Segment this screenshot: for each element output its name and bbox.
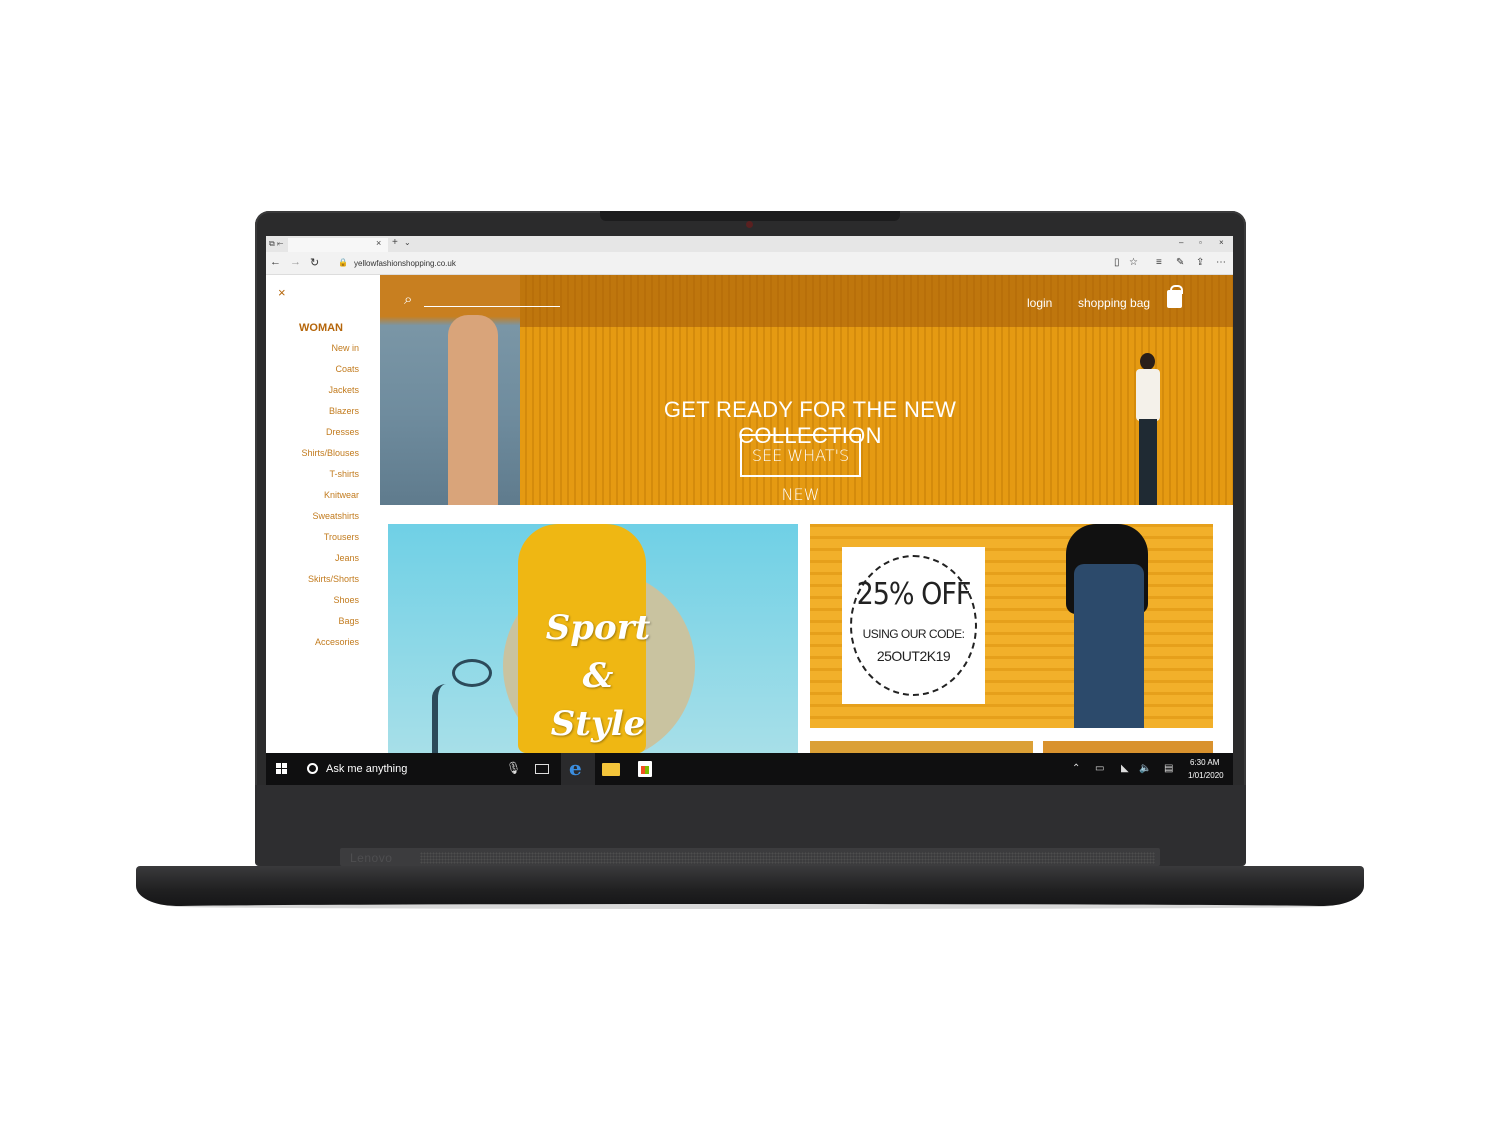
close-menu-icon[interactable]: × [278, 285, 286, 300]
more-icon[interactable]: ⋯ [1216, 257, 1226, 268]
sidebar-item-trousers[interactable]: Trousers [266, 531, 359, 552]
sidebar-item-bags[interactable]: Bags [266, 615, 359, 636]
web-note-icon[interactable]: ✎ [1176, 257, 1184, 268]
sidebar-item-new-in[interactable]: New in [266, 342, 359, 363]
windows-taskbar: Ask me anything 🎙 e ⌃ ▭ ◣ 🔈 ▤ 6:30 AM 1/… [266, 753, 1233, 785]
sidebar-item-accesories[interactable]: Accesories [266, 636, 359, 657]
reading-view-icon[interactable]: ▯ [1114, 257, 1120, 268]
see-whats-new-button[interactable]: SEE WHAT'S NEW [740, 434, 861, 504]
discount-code-label: USING OUR CODE: [862, 627, 965, 641]
sidebar-item-skirts-shorts[interactable]: Skirts/Shorts [266, 573, 359, 594]
web-page: × WOMAN New in Coats Jackets Blazers Dre… [266, 275, 1233, 753]
sidebar-item-knitwear[interactable]: Knitwear [266, 489, 359, 510]
login-link[interactable]: login [1027, 296, 1052, 310]
webcam [746, 221, 753, 228]
hero-model-left-image [380, 275, 520, 505]
sidebar-list: New in Coats Jackets Blazers Dresses Shi… [266, 342, 359, 657]
sidebar-item-blazers[interactable]: Blazers [266, 405, 359, 426]
walking-model-image [1132, 353, 1162, 505]
refresh-icon[interactable]: ↻ [310, 256, 319, 269]
hoop-pole [432, 684, 446, 753]
maximize-icon[interactable]: ▫ [1199, 238, 1202, 247]
sidebar-item-t-shirts[interactable]: T-shirts [266, 468, 359, 489]
tab-actions-icon[interactable]: ⧉ ⇤ [269, 239, 283, 249]
action-center-icon[interactable]: ▤ [1164, 763, 1173, 774]
tab-close-icon[interactable]: × [376, 238, 381, 248]
shopping-bag-link[interactable]: shopping bag [1078, 296, 1150, 310]
close-window-icon[interactable]: × [1219, 238, 1224, 247]
volume-icon[interactable]: 🔈 [1139, 763, 1151, 774]
category-sidebar: × WOMAN New in Coats Jackets Blazers Dre… [266, 275, 380, 753]
speaker-grille [420, 852, 1155, 864]
discount-box: 25% OFF USING OUR CODE: 25OUT2K19 [842, 547, 985, 704]
sidebar-item-shoes[interactable]: Shoes [266, 594, 359, 615]
sidebar-item-shirts-blouses[interactable]: Shirts/Blouses [266, 447, 359, 468]
network-icon[interactable]: ◣ [1121, 763, 1129, 774]
windows-start-icon[interactable] [276, 763, 288, 775]
sidebar-item-jeans[interactable]: Jeans [266, 552, 359, 573]
model-arm [448, 315, 498, 505]
sidebar-item-jackets[interactable]: Jackets [266, 384, 359, 405]
microphone-icon[interactable]: 🎙 [506, 761, 521, 775]
tab-list-icon[interactable]: ⌄ [404, 238, 411, 247]
discount-promo-card[interactable]: 25% OFF USING OUR CODE: 25OUT2K19 [810, 524, 1213, 728]
hero-banner[interactable]: ⌕ login shopping bag GET READY FOR THE N… [380, 275, 1233, 505]
search-icon[interactable]: ⌕ [404, 291, 412, 308]
brand-logo: Lenovo [350, 851, 393, 865]
sport-style-text: Sport & Style [518, 604, 678, 748]
laptop-base [136, 866, 1364, 906]
share-icon[interactable]: ⇪ [1196, 257, 1204, 268]
battery-icon[interactable]: ▭ [1095, 763, 1104, 774]
sidebar-item-dresses[interactable]: Dresses [266, 426, 359, 447]
file-explorer-icon[interactable] [602, 763, 620, 776]
product-card-partial[interactable] [810, 741, 1033, 753]
sidebar-item-coats[interactable]: Coats [266, 363, 359, 384]
search-input[interactable] [424, 306, 560, 307]
back-icon[interactable]: ← [270, 256, 281, 268]
edge-browser-icon[interactable]: e [561, 753, 595, 785]
shopping-bag-icon[interactable] [1167, 285, 1183, 308]
lock-icon: 🔒 [338, 258, 348, 267]
sport-style-card[interactable]: Sport & Style [388, 524, 798, 753]
screen: ⧉ ⇤ × + ⌄ – ▫ × ← → ↻ 🔒 yellowfashionsho… [266, 236, 1233, 785]
task-view-icon[interactable] [535, 764, 549, 774]
chevron-up-icon[interactable]: ⌃ [1072, 763, 1080, 774]
sport-text-line3: Style [550, 704, 646, 744]
sport-text-line2: & [582, 656, 614, 696]
hub-icon[interactable]: ≡ [1156, 257, 1162, 268]
browser-tab-bar: ⧉ ⇤ × + ⌄ – ▫ × [266, 236, 1233, 252]
model-torso [1136, 369, 1160, 421]
clock-date[interactable]: 1/01/2020 [1188, 771, 1224, 780]
discount-code: 25OUT2K19 [876, 648, 951, 664]
basketball-hoop [452, 659, 492, 687]
sport-text-line1: Sport [545, 608, 651, 648]
denim-model-image [1060, 524, 1156, 728]
model-overalls [1074, 564, 1144, 728]
address-bar: ← → ↻ 🔒 yellowfashionshopping.co.uk ▯ ☆ … [266, 252, 1233, 275]
browser-tab[interactable] [288, 238, 388, 252]
product-card-partial[interactable] [1043, 741, 1213, 753]
discount-amount: 25% OFF [856, 577, 972, 612]
camera-notch [600, 211, 900, 221]
minimize-icon[interactable]: – [1179, 238, 1183, 247]
laptop-shadow [170, 904, 1330, 909]
taskbar-search-input[interactable]: Ask me anything [326, 763, 407, 775]
forward-icon[interactable]: → [290, 256, 301, 268]
sidebar-heading[interactable]: WOMAN [299, 322, 343, 334]
model-legs [1139, 419, 1157, 505]
url-input[interactable]: yellowfashionshopping.co.uk [354, 259, 456, 268]
store-icon[interactable] [638, 761, 652, 777]
sidebar-item-sweatshirts[interactable]: Sweatshirts [266, 510, 359, 531]
clock-time[interactable]: 6:30 AM [1190, 758, 1219, 767]
new-tab-icon[interactable]: + [392, 237, 398, 248]
cortana-icon[interactable] [307, 763, 318, 774]
favorite-star-icon[interactable]: ☆ [1129, 257, 1138, 268]
model-head [1140, 353, 1155, 370]
